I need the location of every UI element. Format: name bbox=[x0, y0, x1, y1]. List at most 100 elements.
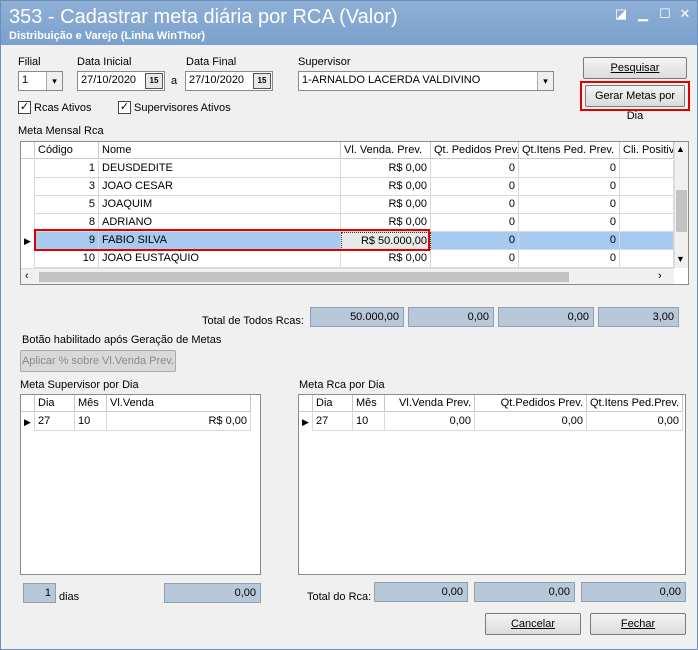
chevron-down-icon[interactable]: ▼ bbox=[676, 254, 685, 264]
col-venda[interactable]: Vl.Venda bbox=[107, 395, 251, 412]
minimize-icon[interactable]: ▁ bbox=[635, 7, 651, 21]
meta-rca-grid[interactable]: Dia Mês Vl.Venda Prev. Qt.Pedidos Prev. … bbox=[298, 394, 686, 575]
cancel-button[interactable]: Cancelar bbox=[485, 613, 581, 635]
cell-itens: 0 bbox=[519, 250, 620, 268]
col-codigo[interactable]: Código bbox=[35, 142, 99, 159]
rca-itens-total: 0,00 bbox=[581, 582, 686, 602]
cell-nome: JOAO CESAR bbox=[99, 178, 341, 196]
data-inicial-value: 27/10/2020 bbox=[81, 74, 137, 86]
window-subtitle: Distribuição e Varejo (Linha WinThor) bbox=[9, 30, 206, 42]
restore-icon[interactable]: ◪ bbox=[613, 7, 629, 21]
total-todos-label: Total de Todos Rcas: bbox=[202, 315, 304, 327]
dias-field: 1 bbox=[23, 583, 56, 603]
cell-itens: 0,00 bbox=[587, 413, 683, 431]
supervisor-value: 1-ARNALDO LACERDA VALDIVINO bbox=[302, 74, 481, 86]
horizontal-scrollbar[interactable]: ‹ › bbox=[21, 268, 674, 284]
meta-mensal-label: Meta Mensal Rca bbox=[18, 125, 104, 137]
cell-cli bbox=[620, 160, 674, 178]
supervisores-ativos-checkbox[interactable]: ✓ bbox=[118, 101, 131, 114]
cell-pedidos: 0,00 bbox=[475, 413, 587, 431]
col-mes[interactable]: Mês bbox=[353, 395, 385, 412]
col-cli-positiv[interactable]: Cli. Positiv bbox=[620, 142, 674, 159]
pesquisar-button[interactable]: Pesquisar bbox=[583, 57, 687, 79]
cell-dia: 27 bbox=[313, 413, 353, 431]
cell-cli bbox=[620, 196, 674, 214]
aplicar-percentual-button[interactable]: Aplicar % sobre Vl.Venda Prev. bbox=[20, 350, 176, 372]
highlight-gerar-metas bbox=[580, 81, 690, 111]
cell-dia: 27 bbox=[35, 413, 75, 431]
row-indicator bbox=[21, 250, 35, 268]
scrollbar-thumb[interactable] bbox=[676, 190, 687, 232]
grid-header-indicator bbox=[21, 142, 35, 159]
close-button[interactable]: Fechar bbox=[590, 613, 686, 635]
meta-mensal-grid[interactable]: Código Nome Vl. Venda. Prev. Qt. Pedidos… bbox=[20, 141, 689, 285]
row-indicator bbox=[21, 196, 35, 214]
meta-supervisor-grid[interactable]: Dia Mês Vl.Venda ▶ 27 10 R$ 0,00 bbox=[20, 394, 261, 575]
maximize-icon[interactable]: ☐ bbox=[657, 7, 673, 21]
chevron-up-icon[interactable]: ▲ bbox=[676, 144, 685, 154]
total-pedidos-field: 0,00 bbox=[408, 307, 494, 327]
cell-cli bbox=[620, 232, 674, 250]
cell-nome: JOAQUIM bbox=[99, 196, 341, 214]
col-nome[interactable]: Nome bbox=[99, 142, 341, 159]
filial-select[interactable]: 1 ▾ bbox=[18, 71, 63, 91]
total-venda-field: 50.000,00 bbox=[310, 307, 404, 327]
cell-pedidos: 0 bbox=[431, 214, 519, 232]
cell-venda: R$ 0,00 bbox=[341, 160, 431, 178]
grid-header-indicator bbox=[299, 395, 313, 412]
chevron-down-icon[interactable]: ▾ bbox=[537, 72, 553, 90]
col-pedidos[interactable]: Qt.Pedidos Prev. bbox=[475, 395, 587, 412]
chevron-right-icon[interactable]: › bbox=[658, 270, 662, 282]
row-indicator bbox=[21, 160, 35, 178]
scrollbar-thumb[interactable] bbox=[39, 272, 569, 282]
rcas-ativos-label: Rcas Ativos bbox=[34, 102, 92, 114]
col-itens[interactable]: Qt.Itens Ped. Prev. bbox=[519, 142, 620, 159]
cell-codigo: 3 bbox=[35, 178, 99, 196]
rcas-ativos-checkbox[interactable]: ✓ bbox=[18, 101, 31, 114]
cell-pedidos: 0 bbox=[431, 232, 519, 250]
col-itens[interactable]: Qt.Itens Ped.Prev. bbox=[587, 395, 683, 412]
cell-itens: 0 bbox=[519, 160, 620, 178]
data-final-label: Data Final bbox=[186, 56, 237, 68]
rca-venda-total: 0,00 bbox=[374, 582, 468, 602]
calendar-icon[interactable]: 15 bbox=[253, 73, 271, 89]
col-dia[interactable]: Dia bbox=[313, 395, 353, 412]
main-window: 353 - Cadastrar meta diária por RCA (Val… bbox=[0, 0, 698, 650]
cell-pedidos: 0 bbox=[431, 250, 519, 268]
row-indicator bbox=[21, 178, 35, 196]
filial-label: Filial bbox=[18, 56, 41, 68]
col-dia[interactable]: Dia bbox=[35, 395, 75, 412]
cell-nome: DEUSDEDITE bbox=[99, 160, 341, 178]
close-icon[interactable]: ✕ bbox=[677, 7, 693, 21]
cell-mes: 10 bbox=[353, 413, 385, 431]
window-title: 353 - Cadastrar meta diária por RCA (Val… bbox=[9, 6, 398, 28]
title-bar: 353 - Cadastrar meta diária por RCA (Val… bbox=[1, 1, 697, 45]
cell-codigo: 5 bbox=[35, 196, 99, 214]
col-mes[interactable]: Mês bbox=[75, 395, 107, 412]
row-pointer-icon: ▶ bbox=[21, 232, 35, 250]
chevron-down-icon[interactable]: ▾ bbox=[46, 72, 62, 90]
vertical-scrollbar[interactable]: ▲ ▼ bbox=[674, 142, 688, 268]
cell-cli bbox=[620, 214, 674, 232]
cell-mes: 10 bbox=[75, 413, 107, 431]
supervisor-select[interactable]: 1-ARNALDO LACERDA VALDIVINO ▾ bbox=[298, 71, 554, 91]
filial-value: 1 bbox=[22, 74, 29, 86]
data-inicial-field[interactable]: 27/10/2020 15 bbox=[77, 71, 165, 91]
data-final-field[interactable]: 27/10/2020 15 bbox=[185, 71, 273, 91]
chevron-left-icon[interactable]: ‹ bbox=[25, 270, 29, 282]
supervisor-total-field: 0,00 bbox=[164, 583, 261, 603]
cell-nome: JOAO EUSTAQUIO bbox=[99, 250, 341, 268]
meta-supervisor-label: Meta Supervisor por Dia bbox=[20, 379, 139, 391]
grid-header-indicator bbox=[21, 395, 35, 412]
cell-venda: R$ 0,00 bbox=[341, 178, 431, 196]
total-cli-field: 3,00 bbox=[598, 307, 679, 327]
cell-venda: R$ 0,00 bbox=[341, 250, 431, 268]
cell-cli bbox=[620, 250, 674, 268]
col-venda[interactable]: Vl.Venda Prev. bbox=[385, 395, 475, 412]
cell-itens: 0 bbox=[519, 214, 620, 232]
col-venda[interactable]: Vl. Venda. Prev. bbox=[341, 142, 431, 159]
cell-pedidos: 0 bbox=[431, 160, 519, 178]
col-pedidos[interactable]: Qt. Pedidos Prev. bbox=[431, 142, 519, 159]
cell-codigo: 10 bbox=[35, 250, 99, 268]
calendar-icon[interactable]: 15 bbox=[145, 73, 163, 89]
